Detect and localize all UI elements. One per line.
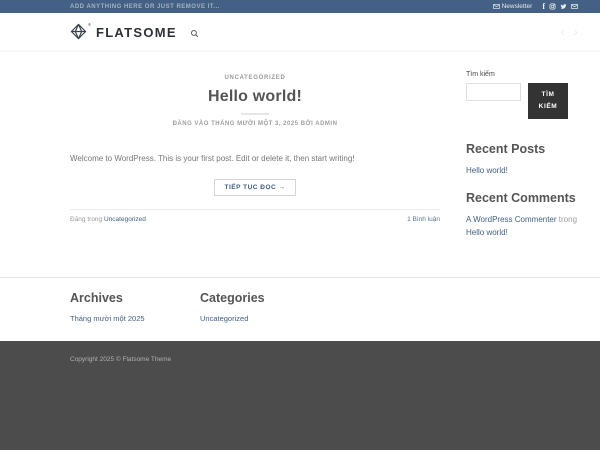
recent-comment-item: A WordPress Commenter trong Hello world!: [466, 214, 578, 240]
newsletter-envelope-icon: [492, 3, 500, 10]
copyright-text: Copyright 2025 © Flatsome Theme: [70, 356, 172, 363]
instagram-link[interactable]: [549, 3, 556, 10]
read-more-button[interactable]: TIẾP TỤC ĐỌC →: [214, 179, 296, 196]
categories-widget: Categories Uncategorized: [200, 291, 330, 341]
post-nav-arrows: ‹ ›: [560, 25, 578, 38]
recent-posts-widget: Recent Posts Hello world!: [466, 142, 578, 178]
post-category-link[interactable]: UNCATEGORIZED: [225, 75, 286, 81]
search-submit-button[interactable]: TÌM KIẾM: [528, 83, 568, 119]
recent-posts-title: Recent Posts: [466, 142, 546, 156]
archives-widget: Archives Tháng mười một 2025: [70, 291, 200, 341]
comment-author-link[interactable]: A WordPress Commenter: [466, 215, 557, 224]
flatsome-gem-icon: [70, 23, 87, 40]
categories-title: Categories: [200, 291, 265, 305]
social-icons: f: [542, 2, 578, 11]
post-footer-meta: Đăng trong Uncategorized 1 Bình luận: [70, 209, 440, 223]
posted-in-category-link[interactable]: Uncategorized: [104, 216, 146, 223]
comment-prefix: trong: [558, 214, 578, 224]
registered-mark: ®: [88, 22, 91, 27]
next-arrow-icon[interactable]: ›: [574, 25, 578, 38]
search-icon[interactable]: [190, 29, 199, 38]
email-link[interactable]: [571, 3, 578, 10]
facebook-link[interactable]: f: [542, 2, 545, 11]
email-icon: [571, 3, 578, 10]
facebook-icon: f: [542, 2, 545, 11]
posted-in-label: Đăng trong: [70, 216, 103, 223]
logo-text: FLATSOME: [95, 25, 177, 40]
post-article: UNCATEGORIZED Hello world! ĐĂNG VÀO THÁN…: [70, 66, 440, 277]
main-content: UNCATEGORIZED Hello world! ĐĂNG VÀO THÁN…: [0, 50, 600, 277]
search-input[interactable]: [466, 83, 521, 101]
post-title: Hello world!: [208, 88, 302, 105]
recent-comments-title: Recent Comments: [466, 190, 576, 205]
category-link[interactable]: Uncategorized: [200, 314, 248, 323]
footer-widgets: Archives Tháng mười một 2025 Categories …: [0, 277, 600, 341]
copyright-bar: Copyright 2025 © Flatsome Theme: [0, 341, 600, 450]
site-header: ® FLATSOME ‹ ›: [0, 13, 600, 50]
title-divider: [241, 113, 269, 115]
comments-link[interactable]: 1 Bình luận: [407, 216, 440, 223]
recent-comments-widget: Recent Comments A WordPress Commenter tr…: [466, 191, 578, 240]
recent-post-item: Hello world!: [466, 165, 578, 178]
comment-post-link[interactable]: Hello world!: [466, 228, 508, 237]
search-label: Tìm kiếm: [466, 71, 495, 78]
twitter-link[interactable]: [560, 3, 567, 10]
newsletter-link[interactable]: Newsletter: [492, 3, 533, 10]
post-meta-date: ĐĂNG VÀO THÁNG MƯỜI MỘT 3, 2025 BỞI ADMI…: [172, 121, 338, 127]
post-excerpt: Welcome to WordPress. This is your first…: [70, 154, 355, 163]
archive-link[interactable]: Tháng mười một 2025: [70, 314, 145, 323]
logo[interactable]: ® FLATSOME: [70, 22, 177, 40]
sidebar: Tìm kiếm TÌM KIẾM Recent Posts Hello wor…: [466, 66, 578, 277]
recent-post-link[interactable]: Hello world!: [466, 166, 508, 175]
twitter-icon: [560, 3, 567, 10]
top-bar: ADD ANYTHING HERE OR JUST REMOVE IT... N…: [0, 0, 600, 13]
archives-title: Archives: [70, 291, 123, 305]
prev-arrow-icon[interactable]: ‹: [560, 25, 564, 38]
instagram-icon: [549, 3, 556, 10]
topbar-message: ADD ANYTHING HERE OR JUST REMOVE IT...: [70, 3, 220, 10]
newsletter-label: Newsletter: [501, 3, 533, 10]
